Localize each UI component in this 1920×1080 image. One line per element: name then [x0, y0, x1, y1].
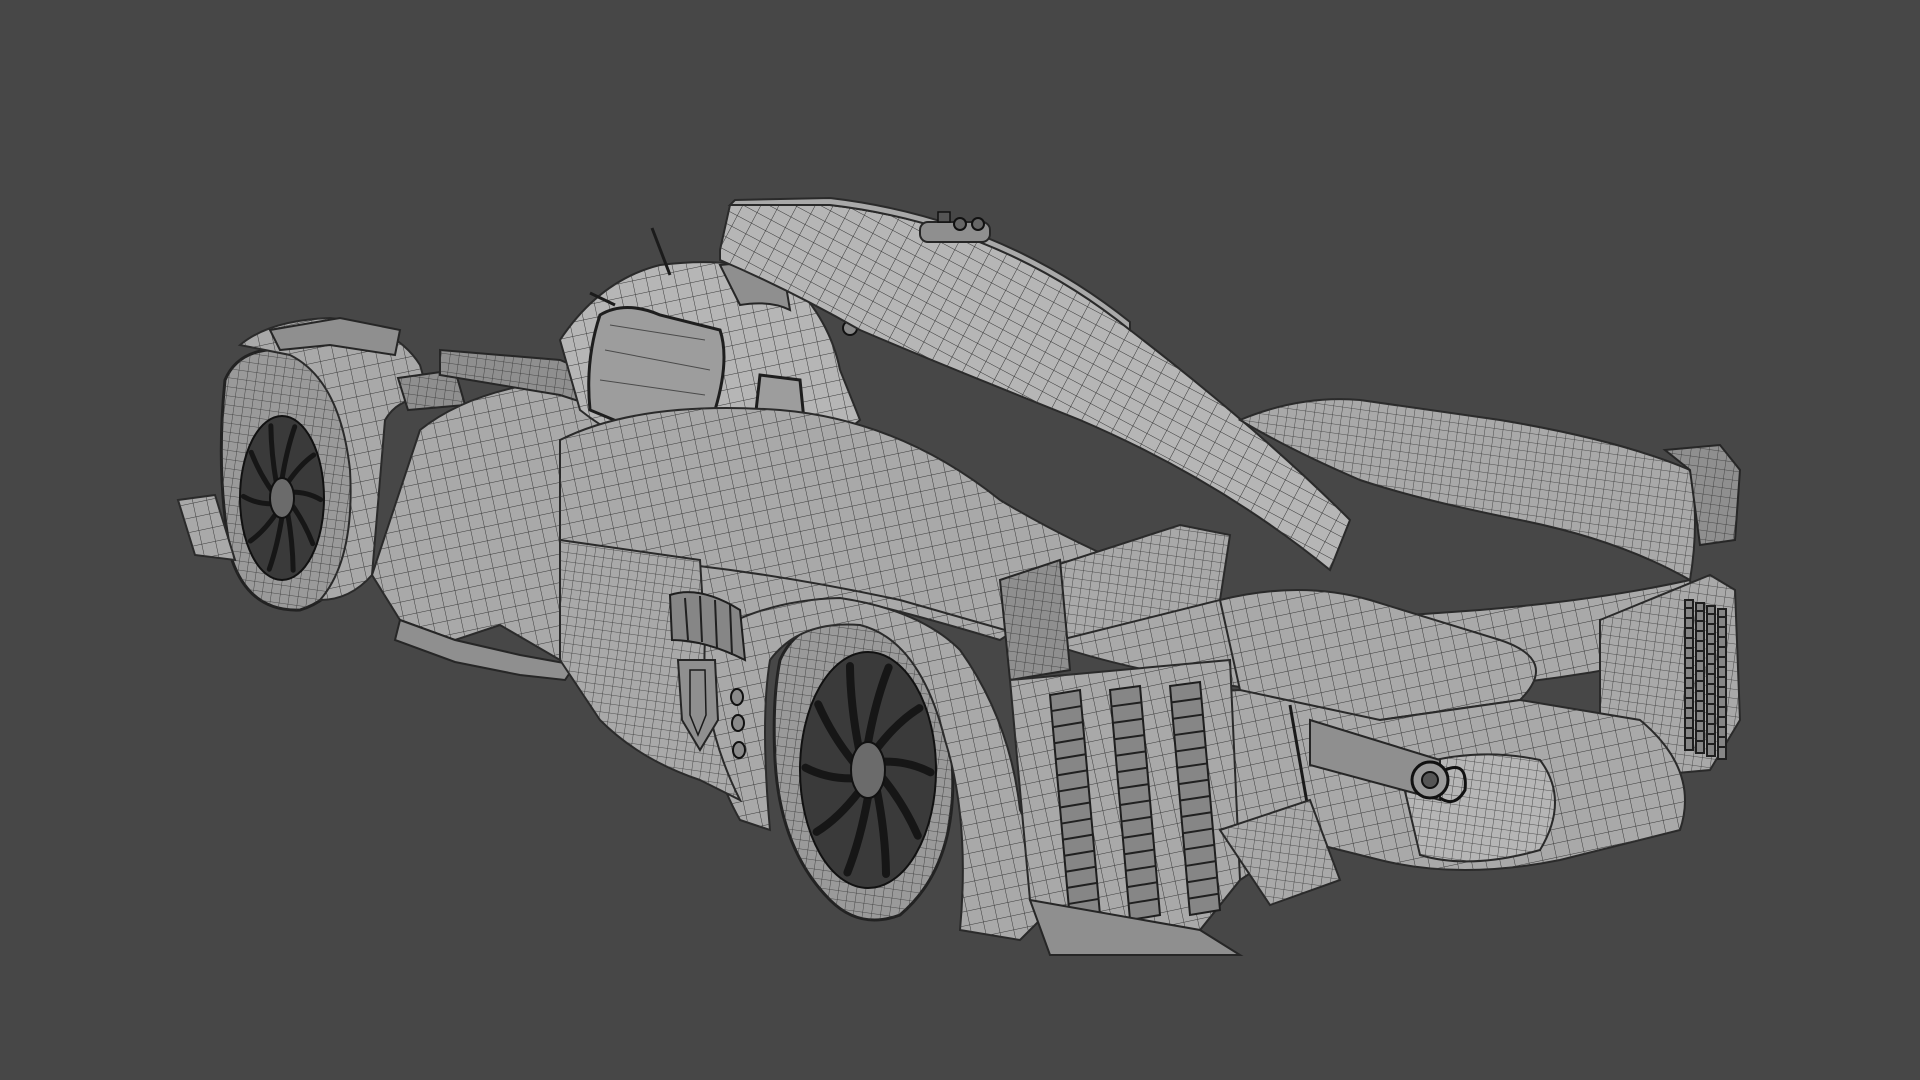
marker-lights — [730, 688, 746, 759]
car-wireframe-render — [176, 196, 1742, 956]
top-rear-light — [919, 211, 991, 243]
3d-viewport[interactable] — [0, 0, 1920, 1080]
rear-left-vents — [1048, 680, 1222, 922]
